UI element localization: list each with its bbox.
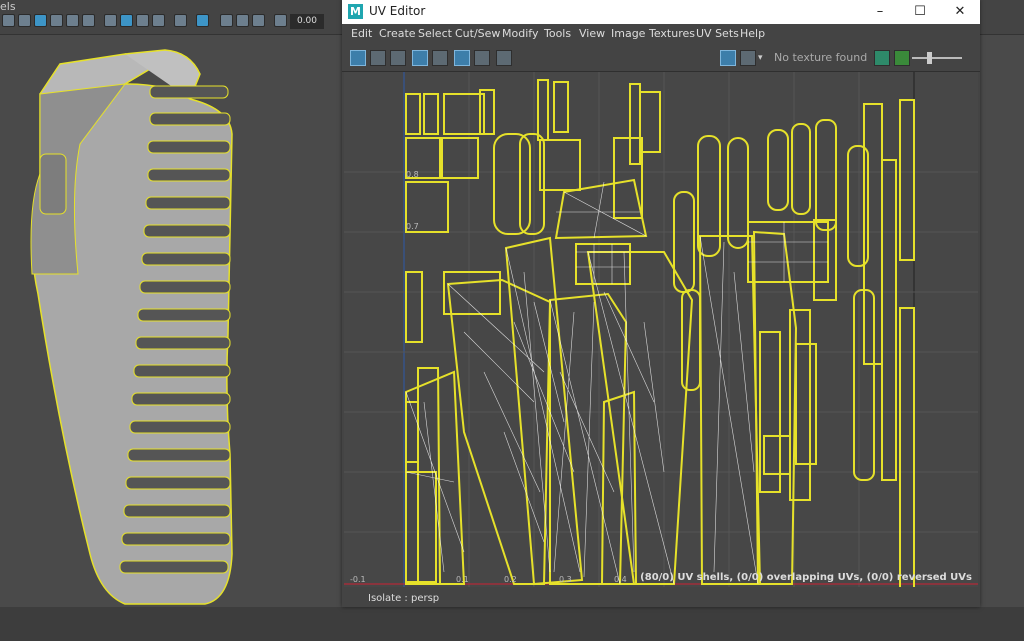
menu-image[interactable]: Image [611, 27, 645, 40]
minimize-icon[interactable]: – [860, 1, 900, 23]
menu-view[interactable]: View [579, 27, 605, 40]
viewport-toolbar: els 0.00 [0, 0, 342, 35]
menu-create[interactable]: Create [379, 27, 416, 40]
window-title: UV Editor [369, 4, 426, 18]
viewport-toolbar-right [980, 0, 1024, 35]
exposure-field[interactable]: 0.00 [290, 14, 324, 29]
light-bulb-icon[interactable] [82, 14, 95, 27]
resolution-gate-icon[interactable] [236, 14, 249, 27]
distortion-icon[interactable] [432, 50, 448, 66]
menu-uv-sets[interactable]: UV Sets [696, 27, 739, 40]
dim-image-icon[interactable] [874, 50, 890, 66]
maximize-icon[interactable]: ☐ [900, 1, 940, 23]
viewport-panel-label: els [0, 0, 16, 13]
checkerboard-icon[interactable] [740, 50, 756, 66]
xray-icon[interactable] [196, 14, 209, 27]
anti-alias-icon[interactable] [152, 14, 165, 27]
close-icon[interactable]: ✕ [940, 1, 980, 23]
isolate-icon[interactable] [174, 14, 187, 27]
ssao-icon[interactable] [120, 14, 133, 27]
shaded-uv-icon[interactable] [390, 50, 406, 66]
lighting-icon[interactable] [66, 14, 79, 27]
axis-label-0-8: 0.8 [406, 170, 419, 179]
model-render [30, 49, 233, 605]
isolate-status: Isolate : persp [368, 593, 440, 604]
slider-handle[interactable] [927, 52, 932, 64]
uv-layout [344, 72, 978, 587]
axis-label-0-1: 0.1 [456, 575, 469, 584]
axis-label-0-2: 0.2 [504, 575, 517, 584]
menu-cut-sew[interactable]: Cut/Sew [455, 27, 500, 40]
axis-label-0-3: 0.3 [559, 575, 572, 584]
dropdown-arrow-icon[interactable]: ▾ [758, 50, 768, 66]
snap-icon[interactable] [474, 50, 490, 66]
maya-logo-icon: M [348, 4, 363, 19]
menu-help[interactable]: Help [740, 27, 765, 40]
gamma-icon[interactable] [274, 14, 287, 27]
menu-bar: Edit Create Select Cut/Sew Modify Tools … [342, 24, 980, 44]
axis-label-neg-0-1: -0.1 [350, 575, 366, 584]
axis-label-0-7: 0.7 [406, 222, 419, 231]
uv-grid-icon[interactable] [350, 50, 366, 66]
border-icon[interactable] [412, 50, 428, 66]
image-ratio-icon[interactable] [894, 50, 910, 66]
menu-textures[interactable]: Textures [649, 27, 695, 40]
texture-status: No texture found [774, 51, 868, 64]
image-display-icon[interactable] [720, 50, 736, 66]
grid-icon[interactable] [220, 14, 233, 27]
grid-toggle-icon[interactable] [454, 50, 470, 66]
snapshot-icon[interactable] [496, 50, 512, 66]
uv-editor-window[interactable]: M UV Editor – ☐ ✕ Edit Create Select Cut… [342, 0, 980, 607]
motion-blur-icon[interactable] [136, 14, 149, 27]
exposure-slider[interactable] [912, 57, 962, 59]
checker-icon[interactable] [370, 50, 386, 66]
uv-stats-status: (80/0) UV shells, (0/0) overlapping UVs,… [640, 572, 972, 583]
menu-edit[interactable]: Edit [351, 27, 372, 40]
shaded-cube-icon[interactable] [34, 14, 47, 27]
film-gate-icon[interactable] [252, 14, 265, 27]
cube-icon[interactable] [18, 14, 31, 27]
uv-shells [405, 79, 915, 587]
camera-icon[interactable] [2, 14, 15, 27]
menu-modify[interactable]: Modify [502, 27, 538, 40]
uv-toolbar: ▾ No texture found [342, 44, 980, 72]
shadow-icon[interactable] [104, 14, 117, 27]
menu-select[interactable]: Select [418, 27, 452, 40]
axis-label-0-4: 0.4 [614, 575, 627, 584]
menu-tools[interactable]: Tools [544, 27, 571, 40]
uv-canvas[interactable]: 0.8 0.7 -0.1 0.1 0.2 0.3 0.4 (80/0) UV s… [344, 72, 978, 587]
texture-icon[interactable] [50, 14, 63, 27]
window-titlebar[interactable]: M UV Editor – ☐ ✕ [342, 0, 980, 24]
